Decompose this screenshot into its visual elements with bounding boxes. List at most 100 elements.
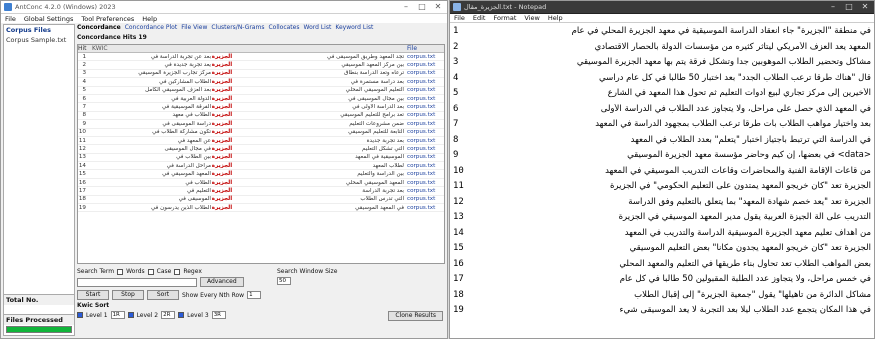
tab-keyword-list[interactable]: Keyword List — [335, 24, 373, 33]
advanced-button[interactable]: Advanced — [200, 277, 244, 287]
line-number: 4 — [453, 72, 459, 83]
minimize-icon[interactable]: – — [827, 1, 839, 13]
menu-help[interactable]: Help — [548, 14, 563, 22]
menu-tool-preferences[interactable]: Tool Preferences — [81, 15, 134, 23]
stop-button[interactable]: Stop — [112, 290, 144, 300]
close-icon[interactable]: ✕ — [859, 1, 871, 13]
close-icon[interactable]: ✕ — [432, 1, 444, 13]
table-row[interactable]: 13 بين الطلاب في الجزيرة الموسيقية في المعه… — [78, 154, 444, 163]
clone-results-button[interactable]: Clone Results — [388, 311, 443, 321]
level2-checkbox[interactable] — [127, 312, 134, 318]
level3-spinner[interactable]: 3R — [211, 311, 226, 319]
maximize-icon[interactable]: □ — [416, 1, 428, 13]
kwic-right-context: ترعاه وتعد الدراسة بنطاق — [344, 70, 404, 77]
table-row[interactable]: 2 يعد تجربة جديدة في الجزيرة بين مركز المعه… — [78, 61, 444, 70]
kwic-right-context: تجد المعهد وطريق الموسيقى في — [327, 53, 404, 60]
level2-spinner[interactable]: 2R — [161, 311, 176, 319]
level1-checkbox[interactable] — [77, 312, 83, 318]
kwic-hit: الجزيرة — [211, 95, 233, 102]
table-row[interactable]: 11 عن المعهد في الجزيرة بعد تجربة جديدة corp… — [78, 137, 444, 146]
table-row[interactable]: 10 تكون مشاركة الطلاب في الجزيرة التابعة لل… — [78, 129, 444, 137]
menu-file[interactable]: File — [5, 15, 16, 23]
row-number: 10 — [78, 129, 86, 136]
row-number: 13 — [78, 154, 86, 161]
line-text: من قاعات الإقامة الفنية والمحاضرات وقاعا… — [605, 165, 871, 176]
table-row[interactable]: 8 الطلاب في معهد الجزيرة تعد برامج للتعليم … — [78, 112, 444, 121]
tab-collocates[interactable]: Collocates — [268, 24, 299, 33]
search-input[interactable] — [77, 277, 197, 287]
table-row[interactable]: 12 في مجال الموسيقى الجزيرة التي تشكل التعل… — [78, 145, 444, 154]
tab-file-view[interactable]: File View — [181, 24, 207, 33]
level3-checkbox[interactable] — [178, 312, 185, 318]
regex-checkbox[interactable] — [174, 268, 181, 275]
editor-line: 17 في خمس مراحل، ولا يتجاوز عدد الطلبة ال… — [450, 272, 874, 288]
tab-concordance-plot[interactable]: Concordance Plot — [125, 24, 178, 33]
row-file: corpus.txt — [407, 145, 436, 152]
words-checkbox[interactable] — [117, 268, 124, 275]
hits-count: 19 — [138, 34, 147, 41]
menu-format[interactable]: Format — [493, 14, 516, 22]
line-text: الأخيرين إلى مركز تجاري لبيع أدوات التعل… — [607, 88, 871, 99]
line-text: بعض المواهب الطلاب تعد تحاول بناء طريقها… — [619, 258, 871, 269]
concordance-grid[interactable]: Hit KWIC File 1 بعد عن تجربة الدراسة في ال… — [77, 44, 445, 264]
table-row[interactable]: 3 مركز تجارب الجزيرة الموسيقي الجزيرة ترعاه… — [78, 70, 444, 79]
menu-help[interactable]: Help — [142, 15, 157, 23]
table-row[interactable]: 9 دراسة الموسيقى في الجزيرة ضمن مشروعات الت… — [78, 120, 444, 129]
table-row[interactable]: 16 الطلاب في الجزيرة المعهد الموسيقي المحلي… — [78, 179, 444, 188]
table-row[interactable]: 1 بعد عن تجربة الدراسة في الجزيرة تجد المعه… — [78, 53, 444, 62]
minimize-icon[interactable]: – — [400, 1, 412, 13]
table-row[interactable]: 17 التعليم في الجزيرة بعد تجربة الدراسة corp… — [78, 187, 444, 196]
tool-tabs: Concordance Concordance Plot File View C… — [77, 24, 445, 33]
table-row[interactable]: 7 الفرقة الموسيقية في الجزيرة بعد الدراسة ا… — [78, 103, 444, 112]
menu-global-settings[interactable]: Global Settings — [24, 15, 73, 23]
menu-view[interactable]: View — [524, 14, 539, 22]
corpus-file-item[interactable]: Corpus Sample.txt — [4, 35, 74, 45]
table-row[interactable]: 4 الطلاب المشاركين في الجزيرة بعد دراسة مست… — [78, 78, 444, 87]
menu-edit[interactable]: Edit — [473, 14, 486, 22]
line-number: 16 — [453, 258, 464, 269]
show-every-spinner[interactable]: 1 — [247, 291, 262, 299]
search-options-row: Search Term Words Case Regex — [77, 268, 202, 275]
table-row[interactable]: 18 الموسيقى في الجزيرة التي تدرس الطلاب corp… — [78, 196, 444, 205]
maximize-icon[interactable]: □ — [843, 1, 855, 13]
row-number: 1 — [82, 53, 86, 60]
sort-button[interactable]: Sort — [147, 290, 179, 300]
case-checkbox[interactable] — [147, 268, 154, 275]
files-processed-label: Files Processed — [6, 316, 63, 324]
editor-line: 15 الجزيرة تعد "كان خريجو المعهد يجدون مك… — [450, 241, 874, 257]
text-editor[interactable]: 1 في منطقة "الجزيرة" جاء انعقاد الدراسة ا… — [450, 24, 874, 338]
row-file: corpus.txt — [407, 162, 436, 169]
row-file: corpus.txt — [407, 187, 436, 194]
table-row[interactable]: 15 المعهد الموسيقي في الجزيرة بين الدراسة و… — [78, 170, 444, 179]
tab-word-list[interactable]: Word List — [303, 24, 331, 33]
line-text: بعد واختيار مواهب الطلاب بات طرقا ترعب ا… — [595, 119, 871, 130]
tab-clusters[interactable]: Clusters/N-Grams — [211, 24, 264, 33]
kwic-right-context: بين مجال الموسيقى في — [348, 95, 404, 102]
line-text: من أهداف تعليم معهد الجزيرة الموسيقية ال… — [624, 227, 871, 238]
start-button[interactable]: Start — [77, 290, 109, 300]
kwic-right-context: بين مركز المعهد الموسيقي — [341, 62, 404, 69]
col-hit-header[interactable]: Hit — [78, 45, 88, 52]
col-kwic-header[interactable]: KWIC — [88, 45, 404, 52]
line-text: في هذا المكان يتجمع عدد الطلاب ليلا بعد … — [619, 305, 871, 316]
table-row[interactable]: 5 بعد العزف الموسيقي الكامل الجزيرة التعليم… — [78, 87, 444, 95]
line-text: الجزيرة تعد "كان خريجو المعهد يجدون مكان… — [629, 243, 871, 254]
left-menubar: File Global Settings Tool Preferences He… — [1, 14, 447, 23]
row-file: corpus.txt — [407, 112, 436, 119]
table-row[interactable]: 6 الدولة العربية في الجزيرة بين مجال الموسي… — [78, 95, 444, 104]
col-file-header[interactable]: File — [404, 45, 444, 52]
table-row[interactable]: 19 الطلاب الذين يدرسون في الجزيرة في المعهد… — [78, 204, 444, 213]
tab-concordance[interactable]: Concordance — [77, 24, 121, 33]
menu-file[interactable]: File — [454, 14, 465, 22]
kwic-hit: الجزيرة — [211, 162, 233, 169]
table-row[interactable]: 14 مراحل الدراسة في الجزيرة لطلاب المعهد cor… — [78, 162, 444, 171]
row-number: 8 — [82, 112, 86, 119]
line-text: التدريب على آلة الجيزة العربية يقول مدير… — [618, 212, 871, 223]
search-window-spinner-row: 50 — [277, 277, 291, 285]
editor-line: 5 الأخيرين إلى مركز تجاري لبيع أدوات التع… — [450, 86, 874, 102]
line-number: 17 — [453, 274, 464, 285]
search-window-spinner[interactable]: 50 — [277, 277, 291, 285]
level1-spinner[interactable]: 1R — [110, 311, 125, 319]
row-file: corpus.txt — [407, 104, 436, 111]
kwic-right-context: المعهد الموسيقي المحلي — [345, 179, 404, 186]
